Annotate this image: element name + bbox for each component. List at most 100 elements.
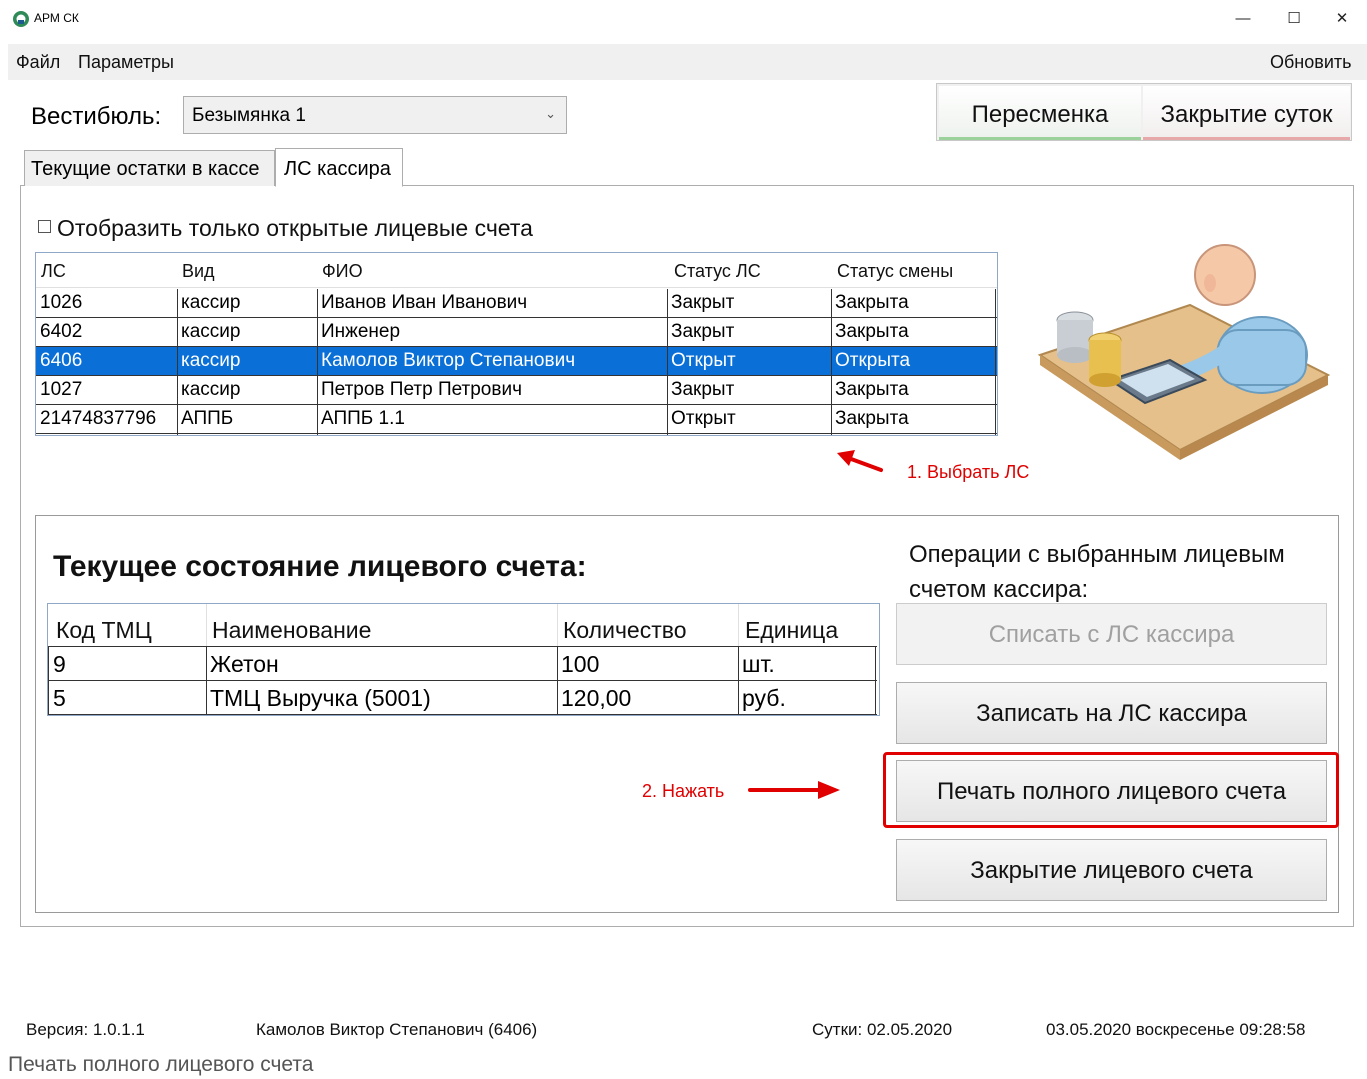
column-header-unit[interactable]: Единица [745,617,838,644]
cell-item-name: Жетон [210,651,279,677]
column-divider [557,646,558,715]
status-datetime: 03.05.2020 воскресенье 09:28:58 [1046,1020,1306,1039]
cell-shift-status: Закрыта [835,408,909,429]
table-row[interactable]: 1026 кассир Иванов Иван Иванович Закрыт … [36,289,997,318]
shift-change-label: Пересменка [971,101,1109,128]
cell-quantity: 120,00 [561,685,632,711]
minimize-icon[interactable]: — [1220,6,1266,32]
cell-account: 6402 [40,321,83,342]
cell-type: кассир [181,350,241,371]
tab-cashier-accounts[interactable]: ЛС кассира [275,148,403,187]
screenshot-caption: Печать полного лицевого счета [8,1053,314,1076]
cell-unit: руб. [742,685,786,711]
credit-account-button[interactable]: Записать на ЛС кассира [896,682,1327,744]
column-divider [667,289,668,435]
cell-name: Иванов Иван Иванович [321,292,528,313]
column-divider [177,289,178,435]
credit-account-label: Записать на ЛС кассира [976,700,1247,727]
cell-item-name: ТМЦ Выручка (5001) [210,685,431,711]
cell-type: кассир [181,321,241,342]
account-status-title: Текущее состояние лицевого счета: [53,550,587,583]
status-version: Версия: 1.0.1.1 [26,1020,145,1039]
column-header-item-name[interactable]: Наименование [212,617,371,644]
column-header-shift-status[interactable]: Статус смены [837,261,953,282]
vestibule-selected-value: Безымянка 1 [192,105,306,126]
open-accounts-checkbox[interactable] [38,220,51,233]
close-account-button[interactable]: Закрытие лицевого счета [896,839,1327,901]
close-icon[interactable]: ✕ [1319,6,1365,32]
write-off-button: Списать с ЛС кассира [896,603,1327,665]
cell-name: Камолов Виктор Степанович [321,350,576,371]
cell-quantity: 100 [561,651,600,677]
column-divider [875,646,876,715]
cell-shift-status: Открыта [835,350,911,371]
table-row-selected[interactable]: 6406 кассир Камолов Виктор Степанович От… [36,347,997,376]
column-divider [48,646,49,715]
close-day-label: Закрытие суток [1160,101,1333,128]
write-off-label: Списать с ЛС кассира [988,621,1235,648]
column-header-account-status[interactable]: Статус ЛС [674,261,761,282]
cell-account: 1027 [40,379,83,400]
cell-account-status: Закрыт [671,292,735,313]
cell-name: Петров Петр Петрович [321,379,522,400]
menu-file[interactable]: Файл [16,52,60,73]
cell-account: 21474837796 [40,408,157,429]
print-full-account-label: Печать полного лицевого счета [936,778,1287,805]
print-full-account-button[interactable]: Печать полного лицевого счета [896,760,1327,822]
table-row[interactable]: 21474837796 АППБ АППБ 1.1 Открыт Закрыта [36,405,997,434]
header-divider [206,604,207,646]
cell-account-status: Открыт [671,350,736,371]
menu-bar [8,44,1367,80]
window-title: АРМ СК [34,11,79,25]
column-header-name[interactable]: ФИО [322,261,363,282]
operations-title: Операции с выбранным лицевым счетом касс… [909,541,1285,603]
cell-account: 6406 [40,350,83,371]
column-divider [317,289,318,435]
cell-name: АППБ 1.1 [321,408,405,429]
close-day-button[interactable]: Закрытие суток [1143,86,1350,140]
table-row[interactable]: 6402 кассир Инженер Закрыт Закрыта [36,318,997,347]
cell-account-status: Закрыт [671,321,735,342]
top-button-group: Пересменка Закрытие суток [936,83,1352,141]
menu-refresh[interactable]: Обновить [1270,52,1352,73]
cell-unit: шт. [742,651,775,677]
tab-cash-balances[interactable]: Текущие остатки в кассе [24,150,275,186]
cell-type: кассир [181,379,241,400]
status-day: Сутки: 02.05.2020 [812,1020,953,1039]
table-row[interactable]: 9 Жетон 100 шт. [48,646,877,681]
header-divider [738,604,739,646]
column-header-code[interactable]: Код ТМЦ [56,617,152,644]
header-divider [557,604,558,646]
column-header-account[interactable]: ЛС [41,261,66,282]
shift-change-button[interactable]: Пересменка [939,86,1141,140]
status-user: Камолов Виктор Степанович (6406) [256,1020,538,1039]
cell-account-status: Закрыт [671,379,735,400]
cell-name: Инженер [321,321,401,342]
cell-code: 5 [53,685,66,711]
column-divider [738,646,739,715]
accounts-table[interactable]: ЛС Вид ФИО Статус ЛС Статус смены 1026 к… [35,252,998,436]
cashier-illustration [1037,244,1330,460]
cell-type: АППБ [181,408,234,429]
close-account-label: Закрытие лицевого счета [970,857,1253,884]
table-row[interactable]: 5 ТМЦ Выручка (5001) 120,00 руб. [48,681,877,715]
table-row[interactable]: 1027 кассир Петров Петр Петрович Закрыт … [36,376,997,405]
maximize-icon[interactable]: ☐ [1271,6,1317,32]
title-bar [0,0,1367,38]
cell-type: кассир [181,292,241,313]
inventory-table[interactable]: Код ТМЦ Наименование Количество Единица … [47,603,880,716]
menu-params[interactable]: Параметры [78,52,174,73]
cell-shift-status: Закрыта [835,321,909,342]
cell-shift-status: Закрыта [835,379,909,400]
chevron-down-icon: ⌄ [545,106,556,121]
annotation-step-1: 1. Выбрать ЛС [907,462,1030,482]
column-divider [206,646,207,715]
column-divider [995,289,996,435]
app-logo-icon [13,11,29,27]
cell-account-status: Открыт [671,408,736,429]
column-header-type[interactable]: Вид [182,261,215,282]
column-header-quantity[interactable]: Количество [563,617,687,644]
column-divider [831,289,832,435]
vestibule-select[interactable]: Безымянка 1 ⌄ [183,96,567,134]
open-accounts-checkbox-label[interactable]: Отобразить только открытые лицевые счета [57,215,533,242]
